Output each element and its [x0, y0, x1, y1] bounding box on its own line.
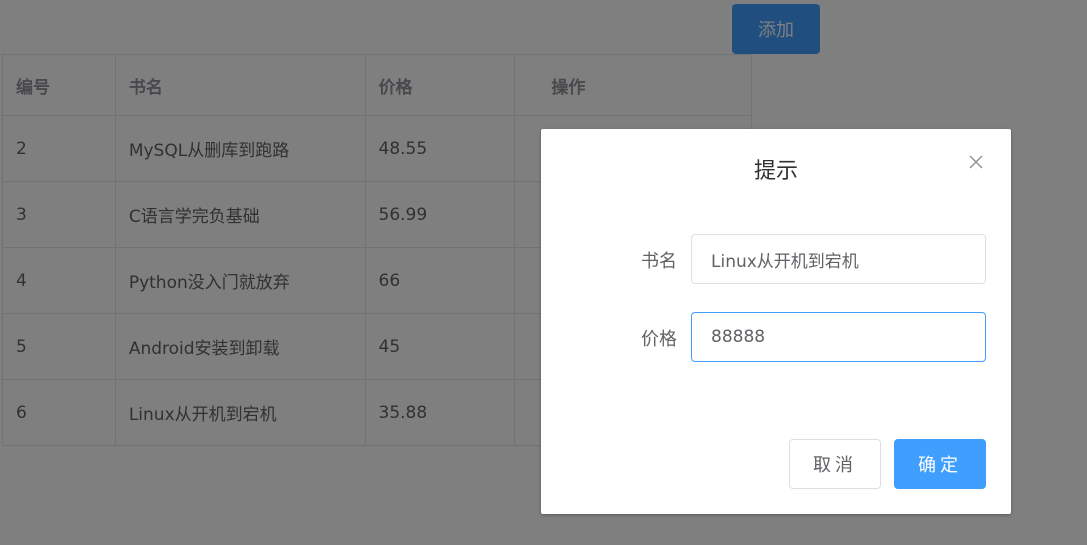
price-input[interactable] [691, 312, 986, 362]
close-icon-glyph [969, 155, 983, 169]
name-label: 书名 [641, 251, 677, 272]
cancel-button[interactable]: 取消 [789, 439, 881, 489]
name-input[interactable] [691, 234, 986, 284]
close-icon[interactable] [966, 154, 986, 174]
edit-dialog: 提示 书名 价格 取消 确定 [541, 129, 1011, 514]
price-label: 价格 [641, 329, 677, 350]
dialog-title: 提示 [753, 159, 798, 184]
confirm-button[interactable]: 确定 [894, 439, 986, 489]
